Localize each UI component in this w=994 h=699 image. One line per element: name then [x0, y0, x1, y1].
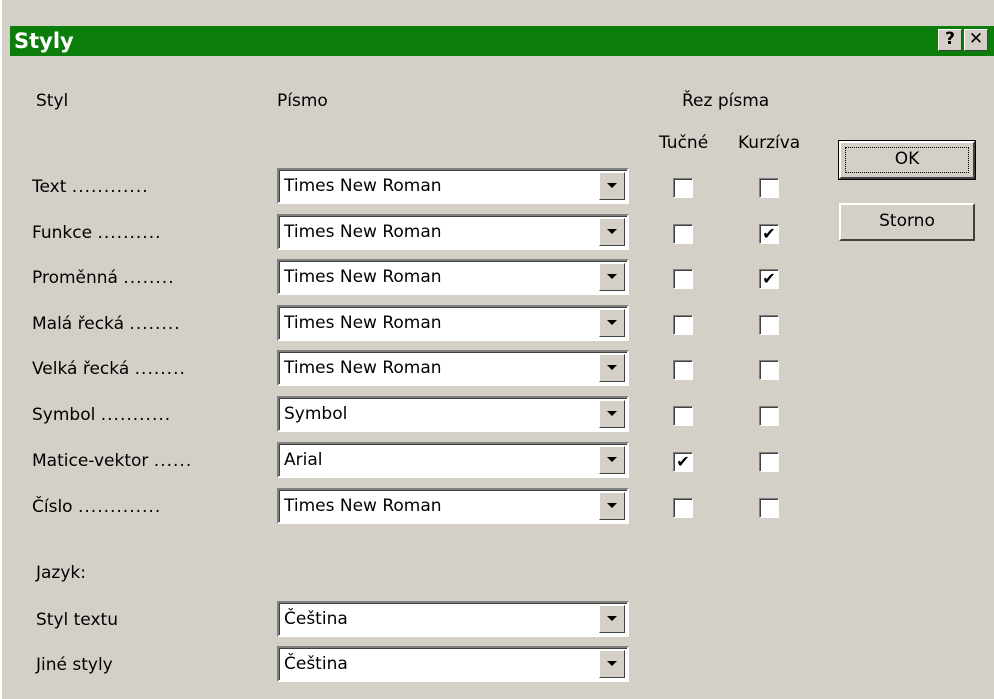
leader-dots: .......... [97, 223, 162, 243]
style-row-label: Symbol ........... [32, 404, 272, 426]
italic-checkbox-symbol[interactable] [759, 406, 779, 426]
font-select-value: Times New Roman [284, 267, 442, 287]
font-column-header: Písmo [277, 91, 328, 111]
dropdown-arrow-icon[interactable] [599, 650, 625, 678]
text-style-language-select[interactable]: Čeština [277, 601, 629, 637]
dropdown-arrow-icon[interactable] [599, 446, 625, 474]
style-name: Text [32, 177, 67, 197]
font-select-lowercase-greek[interactable]: Times New Roman [277, 305, 629, 341]
close-button[interactable]: ✕ [964, 29, 988, 51]
style-name: Funkce [32, 223, 93, 243]
title-bar[interactable]: Styly ? ✕ [10, 26, 994, 56]
leader-dots: ............ [71, 177, 149, 197]
font-select-value: Times New Roman [284, 176, 442, 196]
bold-checkbox-variable[interactable] [673, 269, 693, 289]
italic-checkbox-matrix-vector[interactable] [759, 452, 779, 472]
italic-checkbox-text[interactable] [759, 178, 779, 198]
bold-checkbox-symbol[interactable] [673, 406, 693, 426]
ok-button[interactable]: OK [838, 140, 976, 180]
leader-dots: ........ [129, 314, 181, 334]
font-select-variable[interactable]: Times New Roman [277, 259, 629, 295]
style-row-label: Matice-vektor ...... [32, 450, 272, 472]
bold-column-header: Tučné [659, 133, 709, 153]
italic-column-header: Kurzíva [738, 133, 801, 153]
font-select-uppercase-greek[interactable]: Times New Roman [277, 350, 629, 386]
font-select-symbol[interactable]: Symbol [277, 396, 629, 432]
italic-checkbox-number[interactable] [759, 498, 779, 518]
style-row-label: Číslo ............. [32, 496, 272, 518]
style-row-label: Proměnná ........ [32, 267, 272, 289]
dropdown-arrow-icon[interactable] [599, 218, 625, 246]
style-column-header: Styl [36, 91, 69, 111]
font-select-value: Times New Roman [284, 222, 442, 242]
bold-checkbox-lowercase-greek[interactable] [673, 315, 693, 335]
italic-checkbox-function[interactable]: ✔ [759, 224, 779, 244]
font-select-matrix-vector[interactable]: Arial [277, 442, 629, 478]
font-select-value: Times New Roman [284, 496, 442, 516]
leader-dots: ...... [153, 451, 193, 471]
text-style-language-label: Styl textu [36, 610, 118, 630]
dropdown-arrow-icon[interactable] [599, 172, 625, 200]
focus-rectangle [845, 147, 969, 173]
italic-checkbox-lowercase-greek[interactable] [759, 315, 779, 335]
bold-checkbox-uppercase-greek[interactable] [673, 360, 693, 380]
italic-checkbox-variable[interactable]: ✔ [759, 269, 779, 289]
dropdown-arrow-icon[interactable] [599, 605, 625, 633]
font-select-function[interactable]: Times New Roman [277, 214, 629, 250]
leader-dots: ........ [123, 268, 175, 288]
font-cut-header: Řez písma [682, 91, 770, 111]
style-name: Matice-vektor [32, 451, 149, 471]
dropdown-arrow-icon[interactable] [599, 263, 625, 291]
style-row-label: Text ............ [32, 176, 272, 198]
font-select-value: Čeština [284, 654, 348, 674]
dropdown-arrow-icon[interactable] [599, 354, 625, 382]
bold-checkbox-function[interactable] [673, 224, 693, 244]
styles-dialog: Styly ? ✕ Styl Písmo Řez písma Tučné Kur… [0, 0, 994, 699]
style-name: Číslo [32, 497, 73, 517]
font-select-value: Čeština [284, 609, 348, 629]
dropdown-arrow-icon[interactable] [599, 492, 625, 520]
italic-checkbox-uppercase-greek[interactable] [759, 360, 779, 380]
cancel-button-label: Storno [879, 211, 935, 231]
font-select-value: Symbol [284, 404, 348, 424]
font-select-text[interactable]: Times New Roman [277, 168, 629, 204]
language-heading: Jazyk: [36, 563, 86, 583]
dropdown-arrow-icon[interactable] [599, 309, 625, 337]
font-select-value: Times New Roman [284, 313, 442, 333]
style-row-label: Velká řecká ........ [32, 358, 272, 380]
style-row-label: Malá řecká ........ [32, 313, 272, 335]
bold-checkbox-text[interactable] [673, 178, 693, 198]
style-name: Velká řecká [32, 359, 130, 379]
style-row-label: Funkce .......... [32, 222, 272, 244]
dropdown-arrow-icon[interactable] [599, 400, 625, 428]
dialog-title: Styly [14, 29, 74, 53]
bold-checkbox-number[interactable] [673, 498, 693, 518]
style-name: Proměnná [32, 268, 118, 288]
other-styles-language-select[interactable]: Čeština [277, 646, 629, 682]
leader-dots: ........... [100, 405, 172, 425]
leader-dots: ........ [134, 359, 186, 379]
help-button[interactable]: ? [938, 29, 962, 51]
other-styles-language-label: Jiné styly [36, 655, 113, 675]
leader-dots: ............. [77, 497, 162, 517]
cancel-button[interactable]: Storno [839, 203, 975, 241]
style-name: Malá řecká [32, 314, 125, 334]
font-select-number[interactable]: Times New Roman [277, 488, 629, 524]
font-select-value: Arial [284, 450, 323, 470]
bold-checkbox-matrix-vector[interactable]: ✔ [673, 452, 693, 472]
style-name: Symbol [32, 405, 96, 425]
font-select-value: Times New Roman [284, 358, 442, 378]
